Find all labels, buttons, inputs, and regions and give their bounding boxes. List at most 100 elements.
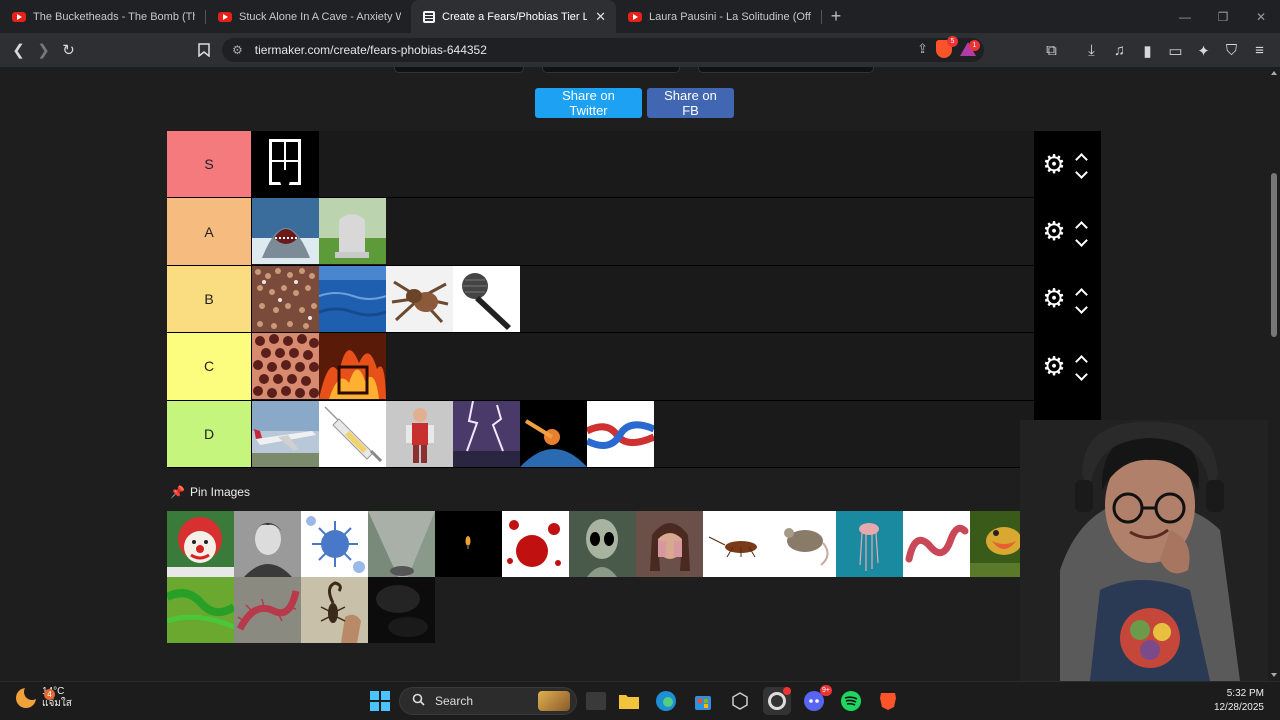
tier-items[interactable] xyxy=(251,198,1034,265)
scroll-down-icon[interactable] xyxy=(1271,673,1277,677)
bookmark-icon[interactable] xyxy=(191,38,216,63)
maximize-icon[interactable]: ❐ xyxy=(1204,0,1242,33)
move-down-icon[interactable] xyxy=(1075,166,1088,180)
store-icon[interactable] xyxy=(689,687,717,715)
tarantula-image[interactable] xyxy=(386,265,453,332)
page-scrollbar[interactable] xyxy=(1268,67,1280,681)
scared-woman-image[interactable] xyxy=(636,511,703,577)
tier-label[interactable]: A xyxy=(167,198,251,265)
tier-label[interactable]: S xyxy=(167,131,251,198)
tab-bucketheads[interactable]: The Bucketheads - The Bomb (These xyxy=(0,0,205,33)
close-tab-icon[interactable]: ✕ xyxy=(595,9,606,25)
ocean-image[interactable] xyxy=(319,265,386,332)
spotify-icon[interactable] xyxy=(837,687,865,715)
task-view-icon[interactable] xyxy=(586,692,606,710)
sidebar-icon[interactable]: ▮ xyxy=(1135,38,1160,63)
system-clock[interactable]: 5:32 PM 12/28/2025 xyxy=(1214,687,1264,715)
tab-stuck-alone[interactable]: Stuck Alone In A Cave - Anxiety Warn xyxy=(206,0,411,33)
crowd-image[interactable] xyxy=(252,265,319,332)
new-tab-button[interactable]: + xyxy=(822,0,850,33)
scroll-up-icon[interactable] xyxy=(1271,71,1277,75)
brave-taskbar-icon[interactable] xyxy=(874,687,902,715)
address-bar[interactable]: ⚙ tiermaker.com/create/fears-phobias-644… xyxy=(222,36,984,62)
microphone-image[interactable] xyxy=(453,265,520,332)
move-up-icon[interactable] xyxy=(1075,355,1088,369)
leo-ai-icon[interactable]: ⧉ xyxy=(1039,38,1064,63)
candle-dark-image[interactable] xyxy=(435,511,502,577)
scrollbar-thumb[interactable] xyxy=(1271,173,1277,337)
heights-image[interactable] xyxy=(368,511,435,577)
tab-laura-pausini[interactable]: Laura Pausini - La Solitudine (Official xyxy=(616,0,821,33)
cut-off-buttons xyxy=(394,67,874,73)
green-snake-image[interactable] xyxy=(167,577,234,643)
alien-image[interactable] xyxy=(569,511,636,577)
share-icon[interactable]: ⇪ xyxy=(917,41,928,57)
brave-rewards-icon[interactable]: 1 xyxy=(960,40,980,56)
discord-icon[interactable]: 9+ xyxy=(800,685,832,715)
gear-icon[interactable]: ⚙ xyxy=(1039,283,1069,314)
back-icon[interactable]: ❮ xyxy=(6,38,31,63)
gear-icon[interactable]: ⚙ xyxy=(1039,149,1069,180)
site-settings-icon[interactable]: ⚙ xyxy=(232,43,243,57)
obs-icon[interactable] xyxy=(763,687,791,715)
gear-icon[interactable]: ⚙ xyxy=(1039,351,1069,382)
tier-controls: ⚙ xyxy=(1034,198,1101,265)
pin-images-toggle[interactable]: 📌 Pin Images xyxy=(170,485,250,499)
dark-fog-image[interactable] xyxy=(368,577,435,643)
tier-label[interactable]: C xyxy=(167,333,251,400)
virus-image[interactable] xyxy=(301,511,368,577)
unity-icon[interactable] xyxy=(726,687,754,715)
move-down-icon[interactable] xyxy=(1075,233,1088,247)
tier-label[interactable]: B xyxy=(167,265,251,333)
gravestone-image[interactable] xyxy=(319,198,386,265)
windows-start-icon[interactable] xyxy=(370,691,390,711)
clown-image[interactable] xyxy=(167,511,234,577)
move-up-icon[interactable] xyxy=(1075,288,1088,301)
move-up-icon[interactable] xyxy=(1075,220,1088,234)
tab-tiermaker[interactable]: Create a Fears/Phobias Tier List ✕ xyxy=(411,0,616,33)
syringe-image[interactable] xyxy=(319,400,386,467)
download-icon[interactable]: ⤓ xyxy=(1079,38,1104,63)
gear-icon[interactable]: ⚙ xyxy=(1039,216,1069,247)
puppet-image[interactable] xyxy=(386,400,453,467)
jellyfish-image[interactable] xyxy=(836,511,903,577)
move-down-icon[interactable] xyxy=(1075,368,1088,382)
airplane-image[interactable] xyxy=(252,400,319,467)
window-shadow-image[interactable] xyxy=(252,131,319,197)
tier-items[interactable] xyxy=(251,333,1034,400)
move-down-icon[interactable] xyxy=(1075,301,1088,314)
cockroach-mouse-image[interactable] xyxy=(703,511,836,577)
tier-label[interactable]: D xyxy=(167,400,251,467)
man-portrait-image[interactable] xyxy=(234,511,301,577)
weather-widget[interactable]: 4 14°C แจ่มใส xyxy=(16,684,72,710)
share-twitter-button[interactable]: Share on Twitter xyxy=(535,88,642,118)
sparkle-icon[interactable]: ✦ xyxy=(1191,38,1216,63)
meteor-earth-image[interactable] xyxy=(520,400,587,467)
vpn-icon[interactable]: ⛉ xyxy=(1219,38,1244,63)
move-up-icon[interactable] xyxy=(1075,153,1088,167)
close-window-icon[interactable]: ✕ xyxy=(1242,0,1280,33)
tier-items[interactable] xyxy=(251,265,1034,333)
scorpion-hand-image[interactable] xyxy=(301,577,368,643)
minimize-icon[interactable]: — xyxy=(1166,0,1204,33)
centipede-image[interactable] xyxy=(234,577,301,643)
knot-image[interactable] xyxy=(587,400,654,467)
taskbar-search[interactable]: Search xyxy=(399,687,577,715)
blood-image[interactable] xyxy=(502,511,569,577)
share-fb-button[interactable]: Share on FB xyxy=(647,88,734,118)
menu-icon[interactable]: ≡ xyxy=(1247,38,1272,63)
tier-items[interactable] xyxy=(251,131,1034,198)
lightning-image[interactable] xyxy=(453,400,520,467)
wallet-icon[interactable]: ▭ xyxy=(1163,38,1188,63)
edge-icon[interactable] xyxy=(652,687,680,715)
fire-image[interactable] xyxy=(319,333,386,400)
media-icon[interactable]: ♫ xyxy=(1107,38,1132,63)
worm-image[interactable] xyxy=(903,511,970,577)
holes-image[interactable] xyxy=(252,333,319,400)
file-explorer-icon[interactable] xyxy=(615,687,643,715)
forward-icon[interactable]: ❯ xyxy=(31,38,56,63)
brave-shields-icon[interactable]: 5 xyxy=(936,36,958,58)
tier-items[interactable] xyxy=(251,400,1034,467)
reload-icon[interactable]: ↻ xyxy=(56,38,81,63)
shark-image[interactable] xyxy=(252,198,319,265)
